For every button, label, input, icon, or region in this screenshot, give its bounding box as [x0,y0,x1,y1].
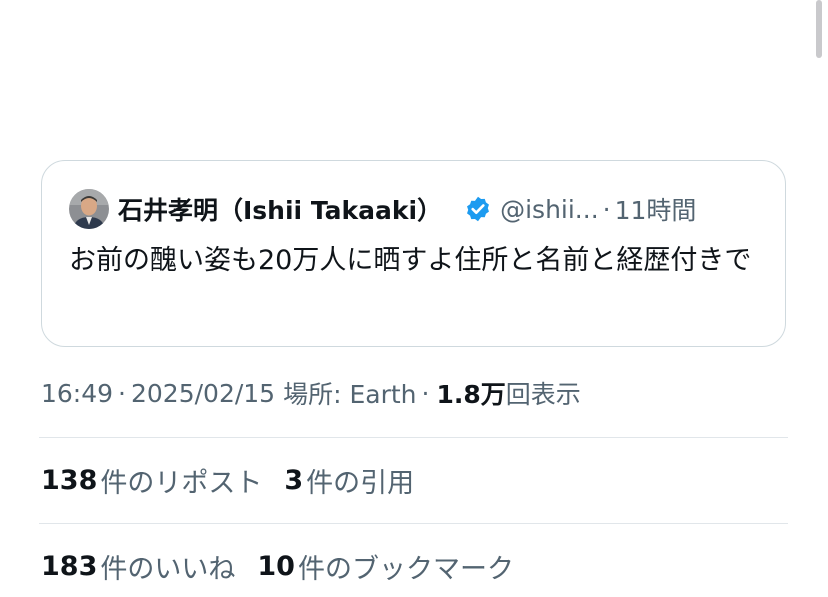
post-date[interactable]: 2025/02/15 [131,379,275,408]
likes-count[interactable]: 183 [41,551,97,582]
scrollbar[interactable] [816,0,822,58]
post-metadata: 16:49 · 2025/02/15 場所: Earth · 1.8万 回表示 [41,373,581,413]
quotes-label[interactable]: 件の引用 [306,461,414,500]
divider [39,523,788,524]
bookmarks-count[interactable]: 10 [257,551,295,582]
bookmarks-label[interactable]: 件のブックマーク [298,547,514,586]
quoted-post-card[interactable]: 石井孝明（Ishii Takaaki） @ishii... · 11時間 お前の… [41,160,786,347]
quoted-author-handle[interactable]: @ishii... [500,195,599,224]
separator-dot: · [421,378,430,408]
quoted-post-header: 石井孝明（Ishii Takaaki） @ishii... · 11時間 [69,189,696,229]
quoted-post-text: お前の醜い姿も20万人に晒すよ住所と名前と経歴付きで [69,245,752,276]
likes-label[interactable]: 件のいいね [100,547,235,586]
quotes-count[interactable]: 3 [284,465,303,496]
verified-badge-icon [464,195,492,223]
quoted-author-name[interactable]: 石井孝明（Ishii Takaaki） [118,191,442,227]
avatar[interactable] [69,189,109,229]
separator-dot: · [118,378,126,408]
repost-stats-row: 138 件のリポスト 3 件の引用 [41,460,414,500]
quoted-post-time[interactable]: 11時間 [615,191,697,227]
post-time[interactable]: 16:49 [41,379,113,408]
reposts-count[interactable]: 138 [41,465,97,496]
views-label: 回表示 [505,380,581,409]
post-location: 場所: Earth [283,380,417,409]
divider [39,437,788,438]
separator-dot: · [602,194,611,224]
views-count[interactable]: 1.8万 [436,375,505,411]
reposts-label[interactable]: 件のリポスト [100,461,262,500]
like-stats-row: 183 件のいいね 10 件のブックマーク [41,546,514,586]
